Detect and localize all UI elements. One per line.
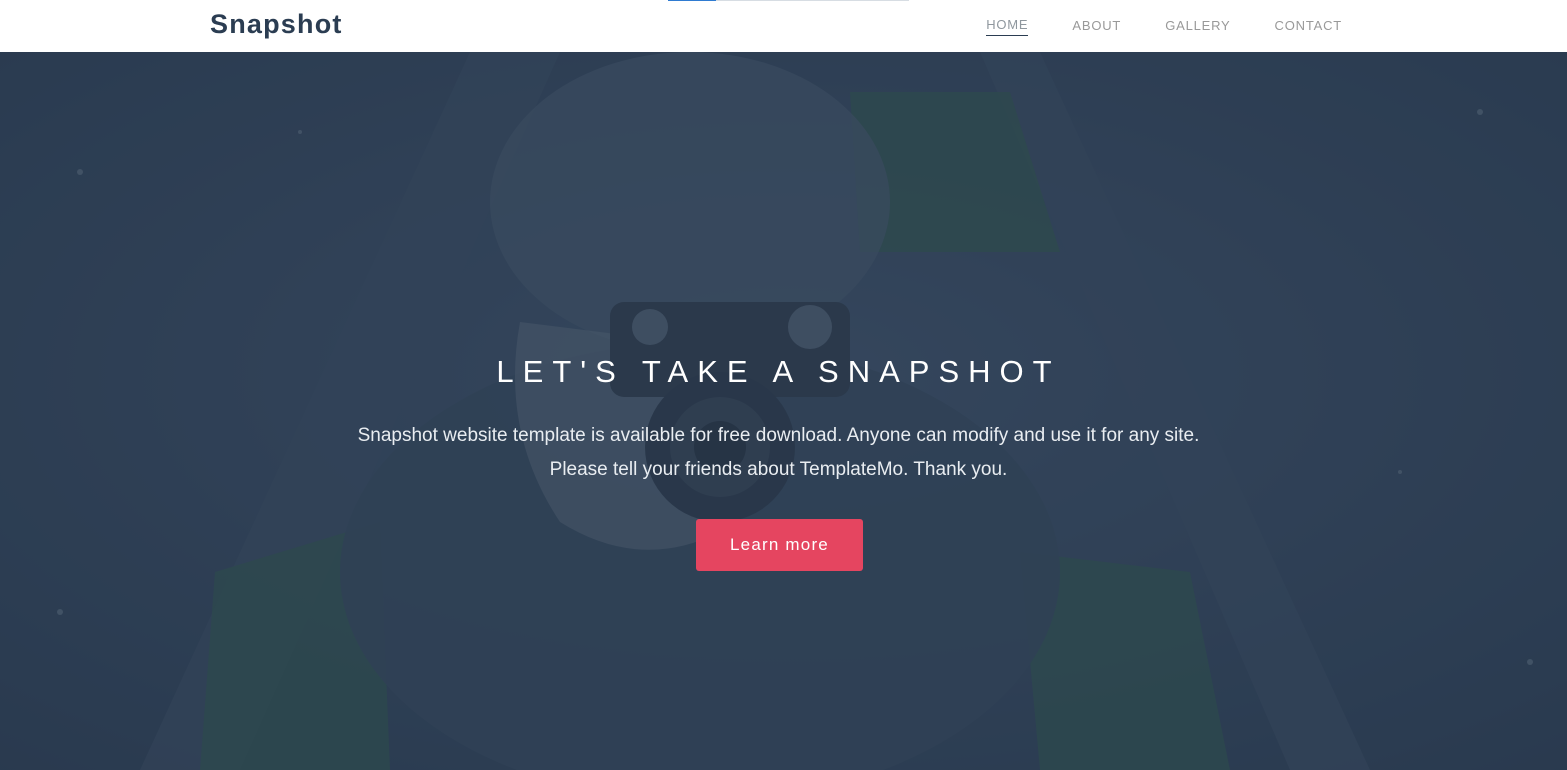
nav-item-about[interactable]: ABOUT xyxy=(1072,18,1121,36)
hero-description: Snapshot website template is available f… xyxy=(0,419,1557,487)
nav-item-home[interactable]: HOME xyxy=(986,17,1029,36)
nav-item-contact[interactable]: CONTACT xyxy=(1275,18,1342,36)
page-load-progress-fill xyxy=(668,0,717,1)
page-load-progress-bar xyxy=(668,0,909,1)
hero-section: LET'S TAKE A SNAPSHOT Snapshot website t… xyxy=(0,52,1567,770)
hero-content: LET'S TAKE A SNAPSHOT Snapshot website t… xyxy=(0,52,1567,770)
brand-logo[interactable]: Snapshot xyxy=(210,9,343,40)
hero-description-line2: Please tell your friends about TemplateM… xyxy=(549,459,1008,480)
main-nav: HOME ABOUT GALLERY CONTACT xyxy=(942,0,1342,52)
hero-title: LET'S TAKE A SNAPSHOT xyxy=(496,354,1061,389)
nav-item-gallery[interactable]: GALLERY xyxy=(1165,18,1230,36)
learn-more-button[interactable]: Learn more xyxy=(696,519,863,571)
hero-description-line1: Snapshot website template is available f… xyxy=(357,425,1200,446)
navbar: Snapshot HOME ABOUT GALLERY CONTACT xyxy=(0,0,1567,52)
